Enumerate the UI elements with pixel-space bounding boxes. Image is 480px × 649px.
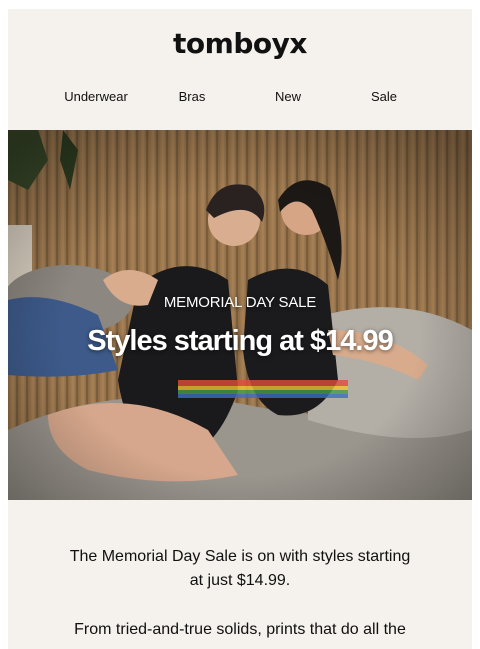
hero-photo <box>8 130 472 500</box>
nav-item-sale[interactable]: Sale <box>371 89 397 104</box>
body-paragraph-1: The Memorial Day Sale is on with styles … <box>69 548 411 589</box>
nav-item-bras[interactable]: Bras <box>179 89 206 104</box>
body-paragraph-2: From tried-and-true solids, prints that … <box>74 621 406 638</box>
brand-logo[interactable]: tomboyx <box>8 27 472 60</box>
hero-headline: Styles starting at $14.99 <box>87 325 393 357</box>
top-nav: Underwear Bras New Sale <box>8 89 472 107</box>
nav-item-underwear[interactable]: Underwear <box>64 89 128 104</box>
email-container: tomboyx Underwear Bras New Sale MEMORIAL… <box>8 9 472 649</box>
hero-eyebrow: MEMORIAL DAY SALE <box>163 294 317 311</box>
nav-item-new[interactable]: New <box>275 89 301 104</box>
hero-banner[interactable]: MEMORIAL DAY SALE Styles starting at $14… <box>8 130 472 500</box>
